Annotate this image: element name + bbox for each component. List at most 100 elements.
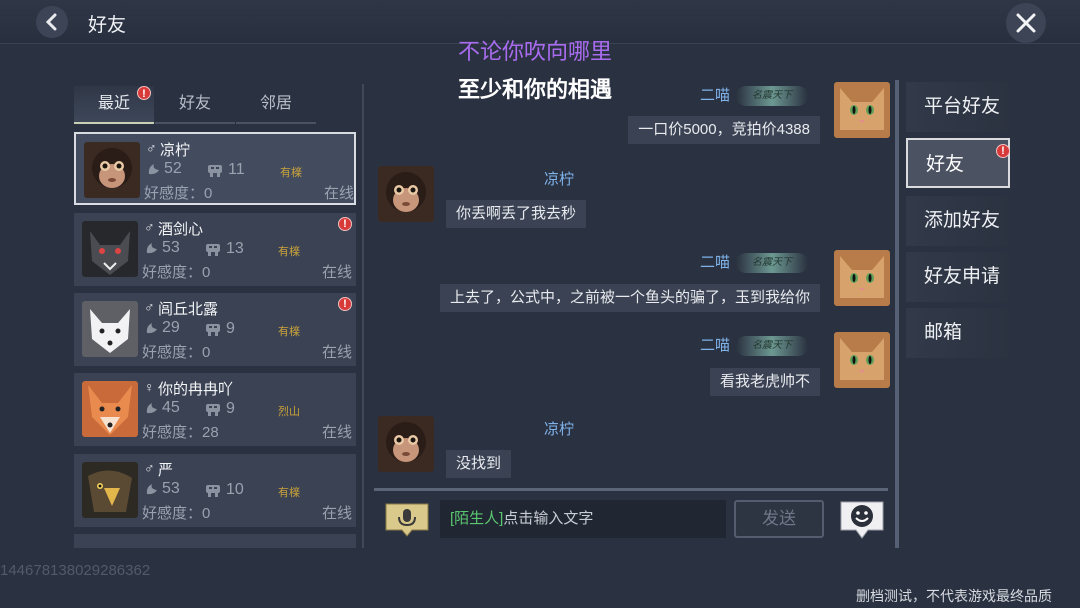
alert-badge-icon: ! [137,86,151,100]
alert-badge-icon: ! [338,217,352,231]
gender-icon: ♂ [144,299,155,315]
chat-input[interactable]: [陌生人]点击输入文字 [440,500,726,538]
test-notice: 删档测试，不代表游戏最终品质 [856,588,1052,604]
friend-level: 29 [162,319,180,336]
monkey-avatar [84,142,140,198]
sender-name: 凉柠 [544,171,575,188]
eagle-avatar [82,462,138,518]
input-bar-divider [374,488,888,491]
tab-friends[interactable]: 好友 [155,86,235,124]
friend-name: 闾丘北露 [158,301,219,318]
message-bubble: 没找到 [446,450,512,478]
friend-location: 有檪 [278,487,300,499]
smiley-icon [840,501,884,539]
chat-scrollbar[interactable] [895,80,899,548]
emoji-button[interactable] [838,500,886,540]
friend-list[interactable]: ♂ 凉柠 52 11 有檪 好感度：0 在线 ♂ 酒剑心 53 13 有檪 好感… [74,132,356,548]
sender-name: 二喵 [700,337,731,354]
friend-name: 凉柠 [160,142,191,159]
companion-icon [206,324,220,336]
side-item-platform-friends[interactable]: 平台好友 [906,82,1010,132]
friend-companion-count: 9 [226,320,235,337]
companion-icon [206,404,220,416]
friend-companion-count: 13 [226,240,244,257]
friend-item[interactable]: ♂ 酒剑心 53 13 有檪 好感度：0 在线 ! [74,213,356,286]
gender-icon: ♂ [144,219,155,235]
companion-icon [206,485,220,497]
friend-status: 在线 [322,264,353,281]
side-item-mailbox[interactable]: 邮箱 [906,308,1010,358]
side-item-friend-requests[interactable]: 好友申请 [906,252,1010,302]
chat-log[interactable]: 二喵 名震天下 一口价5000，竞拍价4388 凉柠 你丢啊丢了我去秒 二喵 名… [374,80,890,486]
fox-avatar [82,381,138,437]
title-badge: 名震天下 [736,253,808,273]
tab-label: 最近 [97,95,130,112]
gender-icon: ♂ [146,140,157,156]
friend-status: 在线 [322,424,353,441]
cat-avatar[interactable] [834,250,890,306]
sender-name: 二喵 [700,254,731,271]
tab-recent[interactable]: 最近 ! [74,86,154,124]
friend-name: 你的冉冉吖 [158,381,234,398]
friend-item[interactable] [74,534,356,548]
friend-name: 酒剑心 [158,221,204,238]
voice-button[interactable] [384,502,430,538]
close-icon [1016,13,1036,33]
companion-icon [208,165,222,177]
white-fox-avatar [82,301,138,357]
chevron-left-icon [45,13,57,31]
monkey-avatar[interactable] [378,416,434,472]
friend-favor: 好感度：0 [142,505,211,522]
friend-companion-count: 11 [228,161,245,178]
side-item-friends[interactable]: 好友 ! [906,138,1010,188]
level-icon [146,323,157,334]
message-bubble: 上去了，公式中，之前被一个鱼头的骗了，玉到我给你 [439,284,820,312]
friend-favor: 好感度：0 [144,185,213,202]
gender-icon: ♂ [144,460,155,476]
user-id-watermark: 1446781380292863​62 [0,562,151,579]
side-item-add-friend[interactable]: 添加好友 [906,196,1010,246]
alert-badge-icon: ! [338,297,352,311]
tab-neighbors[interactable]: 邻居 [236,86,316,124]
cat-avatar[interactable] [834,82,890,138]
friend-companion-count: 10 [226,481,244,498]
friend-item[interactable]: ♂ 闾丘北露 29 9 有檪 好感度：0 在线 ! [74,293,356,366]
title-badge: 名震天下 [736,86,808,106]
message-bubble: 一口价5000，竞拍价4388 [628,116,820,144]
friend-status: 在线 [322,505,353,522]
friend-location: 有檪 [278,246,300,258]
lyric-line-1: 不论你吹向哪里 [458,39,613,64]
friend-location: 烈山 [278,406,300,418]
friend-level: 53 [162,480,180,497]
monkey-avatar[interactable] [378,166,434,222]
level-icon [146,243,157,254]
tab-label: 邻居 [259,95,292,112]
gender-icon: ♀ [144,379,155,395]
tab-label: 好友 [178,95,211,112]
friend-item[interactable]: ♂ 凉柠 52 11 有檪 好感度：0 在线 [74,132,356,205]
message-bubble: 你丢啊丢了我去秒 [446,200,587,228]
friend-favor: 好感度：0 [142,264,211,281]
panel-divider [362,84,364,548]
friend-item[interactable]: ♀ 你的冉冉吖 45 9 烈山 好感度：28 在线 [74,373,356,446]
friend-status: 在线 [324,185,355,202]
alert-badge-icon: ! [996,144,1010,158]
cat-avatar[interactable] [834,332,890,388]
level-icon [146,484,157,495]
back-button[interactable] [36,6,68,38]
stranger-tag: [陌生人] [450,510,504,527]
microphone-icon [385,503,429,537]
send-button[interactable]: 发送 [734,500,824,538]
friend-favor: 好感度：0 [142,344,211,361]
friend-level: 45 [162,399,180,416]
friend-item[interactable]: ♂ 严 53 10 有檪 好感度：0 在线 [74,454,356,527]
level-icon [148,164,159,175]
friend-companion-count: 9 [226,400,235,417]
level-icon [146,403,157,414]
input-placeholder: 点击输入文字 [503,510,594,527]
side-item-label: 好友 [926,154,965,175]
close-button[interactable] [1006,3,1046,43]
message-bubble: 看我老虎帅不 [709,368,820,396]
friend-status: 在线 [322,344,353,361]
friend-level: 52 [164,160,182,177]
